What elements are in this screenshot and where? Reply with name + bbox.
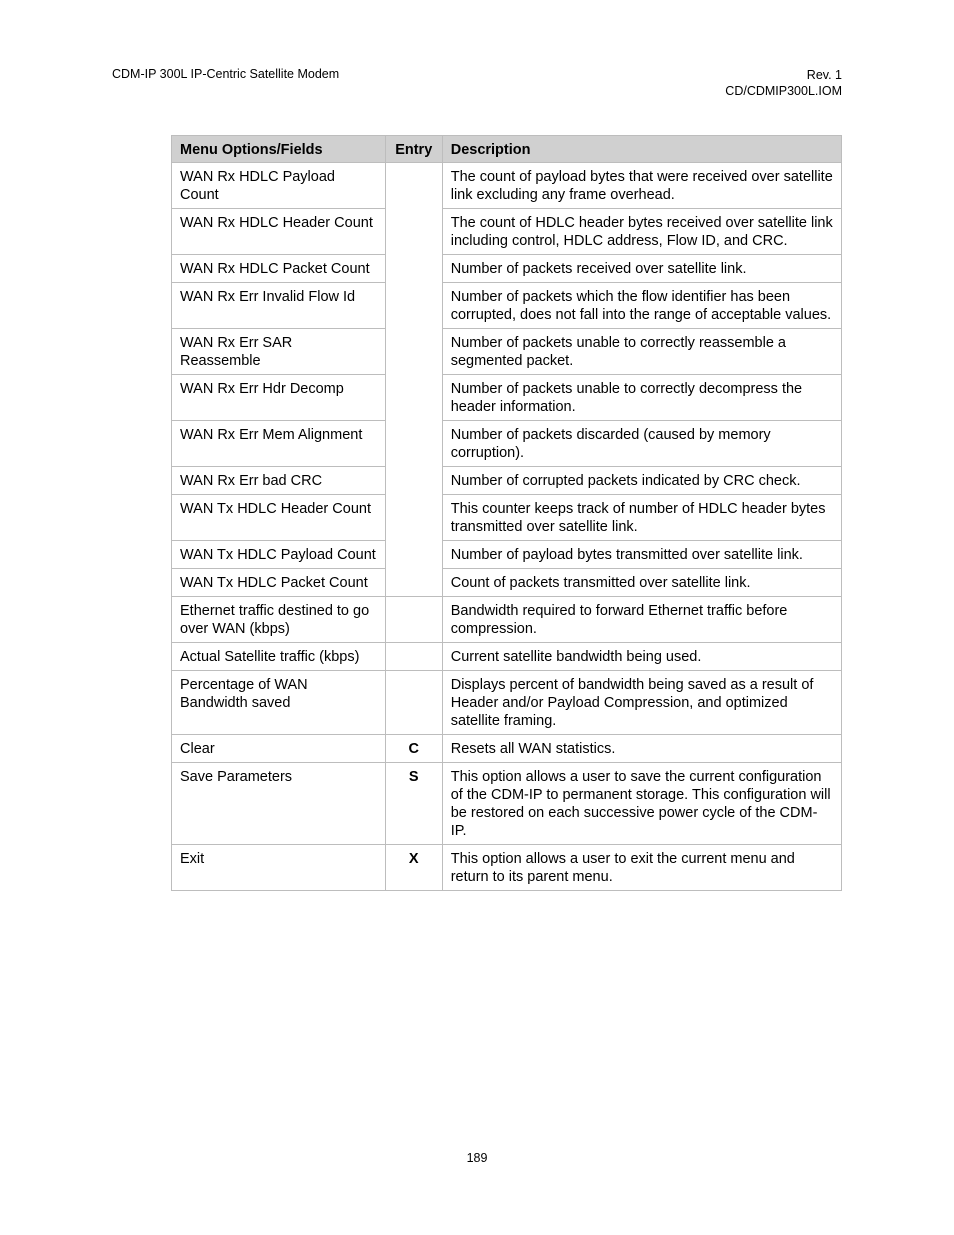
entry-key-cell [384,466,443,495]
field-cell: WAN Rx HDLC Packet Count [171,254,386,283]
description-cell: Resets all WAN statistics. [441,734,843,763]
field-cell: Percentage of WAN Bandwidth saved [171,670,386,735]
table-row: Clear C Resets all WAN statistics. [171,734,843,763]
document-title: CDM-IP 300L IP-Centric Satellite Modem [112,67,340,81]
page-number: 189 [466,1151,488,1165]
field-cell: Actual Satellite traffic (kbps) [171,642,386,671]
field-cell: WAN Tx HDLC Header Count [171,494,386,541]
description-cell: This option allows a user to exit the cu… [441,844,843,891]
entry-key-cell [384,596,443,643]
description-cell: Current satellite bandwidth being used. [441,642,843,671]
entry-key-cell [384,420,443,467]
table-row: WAN Tx HDLC Payload Count Number of paylo… [171,540,843,569]
description-cell: Number of packets unable to correctly re… [441,328,843,375]
description-cell: Number of corrupted packets indicated by… [441,466,843,495]
entry-key-cell: S [384,762,443,845]
description-cell: This option allows a user to save the cu… [441,762,843,845]
revision-info: Rev. 1 CD/CDMIP300L.IOM [725,67,842,99]
description-cell: Count of packets transmitted over satell… [441,568,843,597]
entry-key-cell [384,162,443,209]
description-cell: Number of packets unable to correctly de… [441,374,843,421]
entry-key-cell [384,642,443,671]
column-header-description: Description [441,135,843,163]
description-cell: Number of packets which the flow identif… [441,282,843,329]
field-cell: WAN Rx Err bad CRC [171,466,386,495]
description-cell: Number of packets discarded (caused by m… [441,420,843,467]
table-row: WAN Tx HDLC Header Count This counter kee… [171,494,843,541]
entry-key-cell [384,568,443,597]
field-cell: WAN Rx HDLC Header Count [171,208,386,255]
field-cell: WAN Rx HDLC Payload Count [171,162,386,209]
table-row: WAN Rx Err Hdr Decomp Number of packets u… [171,374,843,421]
field-cell: WAN Rx Err Mem Alignment [171,420,386,467]
description-cell: Bandwidth required to forward Ethernet t… [441,596,843,643]
description-cell: This counter keeps track of number of HD… [441,494,843,541]
entry-key-cell [384,208,443,255]
column-header-field: Menu Options/Fields [171,135,386,163]
table-row: WAN Rx HDLC Packet Count Number of packet… [171,254,843,283]
entry-key-cell [384,374,443,421]
description-cell: Number of packets received over satellit… [441,254,843,283]
field-cell: WAN Tx HDLC Payload Count [171,540,386,569]
description-cell: The count of HDLC header bytes received … [441,208,843,255]
table-row: WAN Rx Err SAR Reassemble Number of packe… [171,328,843,375]
document-code: CD/CDMIP300L.IOM [725,84,842,98]
description-cell: Number of payload bytes transmitted over… [441,540,843,569]
table-row: WAN Rx Err Invalid Flow Id Number of pack… [171,282,843,329]
revision: Rev. 1 [806,68,842,82]
table-row: WAN Rx HDLC Payload Count The count of pa… [171,162,843,209]
entry-key-cell [384,494,443,541]
table-row: WAN Rx Err Mem Alignment Number of packet… [171,420,843,467]
entry-key-cell: X [384,844,443,891]
description-cell: Displays percent of bandwidth being save… [441,670,843,735]
column-header-entry: Entry [384,135,443,163]
table-row: Save Parameters S This option allows a use… [171,762,843,845]
table-header-row: Menu Options/Fields Entry Description [171,135,843,163]
table-row: Exit X This option allows a user to exit t… [171,844,843,891]
table-row: WAN Rx HDLC Header Count The count of HDL… [171,208,843,255]
menu-options-table: Menu Options/Fields Entry Description WA… [171,135,843,891]
description-cell: The count of payload bytes that were rec… [441,162,843,209]
field-cell: Save Parameters [171,762,386,845]
table-row: Ethernet traffic destined to go over WAN… [171,596,843,643]
entry-key-cell [384,328,443,375]
entry-key-cell: C [384,734,443,763]
entry-key-cell [384,540,443,569]
field-cell: Exit [171,844,386,891]
field-cell: Clear [171,734,386,763]
table-row: Percentage of WAN Bandwidth saved Display… [171,670,843,735]
field-cell: WAN Tx HDLC Packet Count [171,568,386,597]
table-row: WAN Rx Err bad CRC Number of corrupted pa… [171,466,843,495]
table-row: Actual Satellite traffic (kbps) Current s… [171,642,843,671]
entry-key-cell [384,670,443,735]
field-cell: WAN Rx Err Hdr Decomp [171,374,386,421]
field-cell: WAN Rx Err Invalid Flow Id [171,282,386,329]
field-cell: WAN Rx Err SAR Reassemble [171,328,386,375]
entry-key-cell [384,254,443,283]
field-cell: Ethernet traffic destined to go over WAN… [171,596,386,643]
table-row: WAN Tx HDLC Packet Count Count of packets… [171,568,843,597]
entry-key-cell [384,282,443,329]
